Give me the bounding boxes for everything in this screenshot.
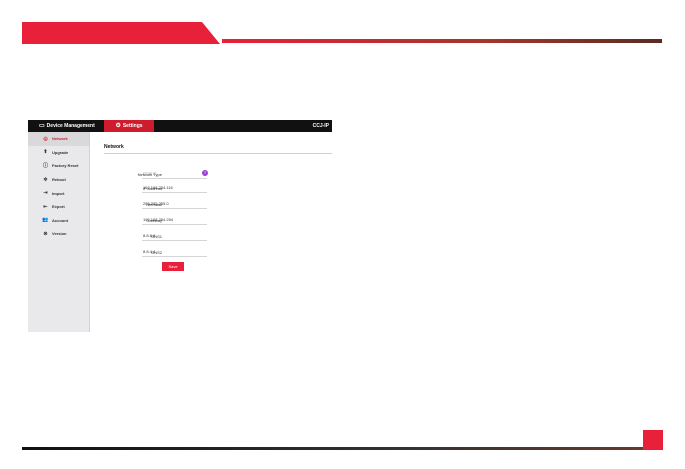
page-title: Network <box>104 144 332 154</box>
form-row-network-type: Network Type STATIC ? <box>104 170 332 179</box>
version-icon: ⊗ <box>43 230 48 237</box>
form-row-netmask: Netmask 255.255.255.0 <box>104 200 332 209</box>
sidebar-item-label: Factory Reset <box>52 163 79 169</box>
sidebar-item-label: Account <box>52 217 68 223</box>
ip-address-input[interactable]: 192.168.254.116 <box>142 184 207 193</box>
header-divider <box>222 39 662 43</box>
settings-label: Settings <box>122 123 143 129</box>
sidebar-item-label: Import <box>52 190 65 196</box>
sidebar-item-account[interactable]: 👥 Account <box>28 214 89 228</box>
form-row-dns1: DNS1 8.8.8.8 <box>104 232 332 241</box>
form-row-ip-address: IP Address 192.168.254.116 <box>104 184 332 193</box>
sidebar-item-upgrade[interactable]: ⬆ Upgrade <box>28 146 89 160</box>
export-icon: ⇤ <box>43 203 48 210</box>
factory-reset-icon: ⓘ <box>42 163 48 170</box>
sidebar: ◎ Network ⬆ Upgrade ⓘ Factory Reset ✲ Re… <box>28 132 90 332</box>
sidebar-item-label: Network <box>52 136 68 142</box>
sidebar-item-factory-reset[interactable]: ⓘ Factory Reset <box>28 159 89 173</box>
form-row-dns2: DNS2 8.8.4.4 <box>104 248 332 257</box>
device-model-label: CCJ-IP <box>312 123 329 129</box>
device-icon: ▭ <box>39 123 45 129</box>
app-header: ▭ Device Management ⚙ Settings CCJ-IP <box>28 120 332 132</box>
upgrade-icon: ⬆ <box>43 149 48 156</box>
sidebar-item-network[interactable]: ◎ Network <box>28 132 89 146</box>
network-icon: ◎ <box>43 135 48 142</box>
dns1-input[interactable]: 8.8.8.8 <box>142 232 207 241</box>
dns2-input[interactable]: 8.8.4.4 <box>142 248 207 257</box>
gateway-input[interactable]: 192.168.254.254 <box>142 216 207 225</box>
app-window: ▭ Device Management ⚙ Settings CCJ-IP ◎ … <box>28 120 332 332</box>
device-model: CCJ-IP <box>313 120 329 132</box>
help-icon[interactable]: ? <box>202 170 208 176</box>
device-management-label: Device Management <box>46 123 95 129</box>
page-header-tab <box>22 22 220 44</box>
sidebar-item-label: Upgrade <box>52 149 69 155</box>
netmask-input[interactable]: 255.255.255.0 <box>142 200 207 209</box>
footer-divider <box>22 447 662 450</box>
sidebar-item-label: Version <box>52 231 67 237</box>
page-number-box <box>643 430 663 450</box>
gear-icon: ⚙ <box>115 123 121 129</box>
account-icon: 👥 <box>42 217 49 224</box>
sidebar-item-version[interactable]: ⊗ Version <box>28 227 89 241</box>
reboot-icon: ✲ <box>43 176 48 183</box>
network-panel: Network Network Type STATIC ? IP Address… <box>104 144 332 271</box>
sidebar-item-label: Reboot <box>52 177 66 183</box>
settings-tab[interactable]: ⚙ Settings <box>104 120 154 132</box>
device-management-nav[interactable]: ▭ Device Management <box>39 120 95 132</box>
sidebar-item-reboot[interactable]: ✲ Reboot <box>28 173 89 187</box>
network-type-select[interactable]: STATIC <box>142 170 207 179</box>
sidebar-item-label: Export <box>52 204 65 210</box>
import-icon: ⇥ <box>43 190 48 197</box>
form-row-gateway: Gateway 192.168.254.254 <box>104 216 332 225</box>
sidebar-item-import[interactable]: ⇥ Import <box>28 186 89 200</box>
save-button[interactable]: Save <box>162 262 184 271</box>
sidebar-item-export[interactable]: ⇤ Export <box>28 200 89 214</box>
